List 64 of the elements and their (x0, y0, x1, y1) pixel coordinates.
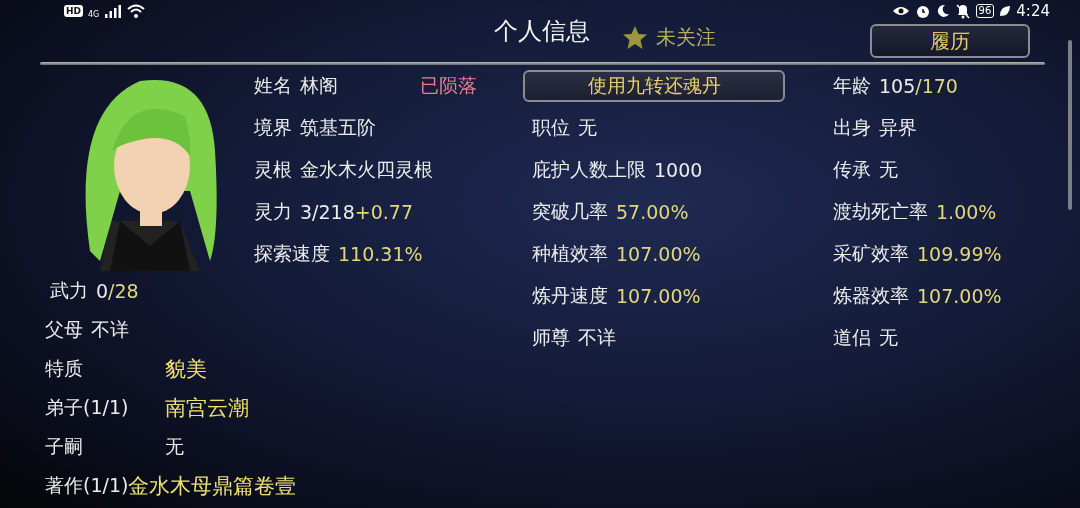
field-value: 110.31% (338, 243, 423, 265)
field-label: 师尊 (532, 325, 570, 350)
field-value: 金水木母鼎篇卷壹 (128, 472, 297, 500)
field-label: 出身 (833, 115, 871, 140)
field-label: 炼器效率 (833, 283, 909, 308)
field-value: 筑基五阶 (300, 115, 376, 140)
status-label: 已陨落 (420, 73, 477, 98)
field-label: 庇护人数上限 (532, 157, 646, 182)
field-value: 不详 (91, 316, 129, 342)
field-value: 不详 (578, 325, 616, 350)
field-label: 渡劫死亡率 (833, 199, 928, 224)
battery-level: 96 (975, 4, 995, 18)
field-value: 1.00% (936, 201, 997, 223)
field-label: 境界 (254, 115, 292, 140)
clock-time: 4:24 (1016, 2, 1050, 20)
field-value: 3/218+0.77 (300, 201, 413, 223)
network-label: 4G (88, 9, 100, 19)
field-value: 南宫云潮 (165, 394, 249, 422)
field-value: 107.00% (616, 285, 701, 307)
field-value: 貌美 (165, 355, 207, 383)
field-value: 57.00% (616, 201, 689, 223)
field-value: 107.00% (917, 285, 1002, 307)
field-value: 1000 (654, 159, 703, 181)
wifi-icon (127, 4, 146, 18)
field-value: 林阁 (300, 73, 339, 98)
field-label: 采矿效率 (833, 241, 909, 266)
field-label: 炼丹速度 (532, 283, 608, 308)
bell-off-icon (954, 3, 971, 19)
field-label: 探索速度 (254, 241, 330, 266)
field-value: 0/28 (96, 279, 139, 302)
revive-button[interactable]: 使用九转还魂丹 (523, 70, 785, 102)
leaf-icon (999, 5, 1012, 17)
field-value: 109.99% (917, 243, 1002, 265)
field-label: 姓名 (254, 73, 292, 98)
field-value: 107.00% (616, 243, 701, 265)
hd-badge: HD (64, 5, 83, 17)
star-icon (622, 24, 648, 50)
field-label: 著作(1/1) (45, 472, 129, 498)
field-label: 突破几率 (532, 199, 608, 224)
follow-toggle[interactable]: 未关注 (622, 23, 716, 51)
page-title: 个人信息 (494, 16, 590, 47)
field-label: 职位 (532, 115, 570, 140)
field-label: 父母 (45, 316, 83, 342)
signal-icon (104, 4, 123, 18)
field-label: 特质 (45, 355, 84, 381)
field-label: 种植效率 (532, 241, 608, 266)
resume-button[interactable]: 履历 (870, 24, 1030, 58)
field-value: 无 (165, 433, 184, 459)
field-label: 传承 (833, 157, 871, 182)
field-label: 道侣 (833, 325, 871, 350)
field-value: 金水木火四灵根 (300, 157, 433, 182)
field-value: 无 (578, 115, 597, 140)
field-label: 年龄 (833, 73, 871, 98)
field-value: 无 (879, 325, 898, 350)
eye-icon (891, 5, 910, 17)
field-label: 弟子(1/1) (45, 394, 130, 420)
field-label: 子嗣 (45, 433, 84, 459)
field-label: 武力 (50, 277, 88, 303)
field-value: 无 (879, 157, 898, 182)
field-label: 灵根 (254, 157, 292, 182)
field-value: 异界 (879, 115, 917, 140)
field-label: 灵力 (254, 199, 292, 224)
moon-icon (935, 4, 950, 18)
field-value: 105/170 (879, 75, 958, 97)
